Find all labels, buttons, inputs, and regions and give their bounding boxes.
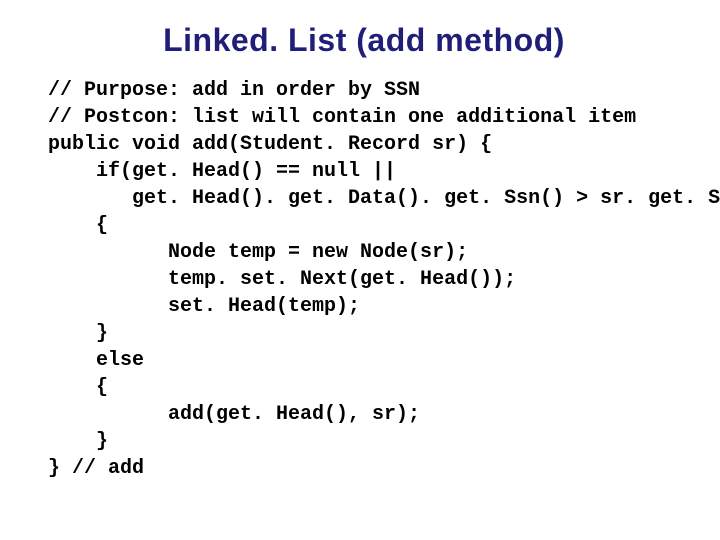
code-line: // Purpose: add in order by SSN (48, 79, 420, 102)
code-line: } (48, 430, 108, 453)
code-line: Node temp = new Node(sr); (48, 241, 468, 264)
code-line: if(get. Head() == null || (48, 160, 396, 183)
code-line: public void add(Student. Record sr) { (48, 133, 492, 156)
code-line: else (48, 349, 144, 372)
code-line: { (48, 376, 108, 399)
code-line: { (48, 214, 108, 237)
slide-title: Linked. List (add method) (48, 22, 680, 59)
code-line: temp. set. Next(get. Head()); (48, 268, 516, 291)
code-line: } // add (48, 457, 144, 480)
code-line: set. Head(temp); (48, 295, 360, 318)
code-block: // Purpose: add in order by SSN // Postc… (48, 77, 680, 482)
code-line: } (48, 322, 108, 345)
code-line: // Postcon: list will contain one additi… (48, 106, 636, 129)
code-line: get. Head(). get. Data(). get. Ssn() > s… (48, 187, 720, 210)
slide: Linked. List (add method) // Purpose: ad… (0, 0, 720, 540)
code-line: add(get. Head(), sr); (48, 403, 420, 426)
